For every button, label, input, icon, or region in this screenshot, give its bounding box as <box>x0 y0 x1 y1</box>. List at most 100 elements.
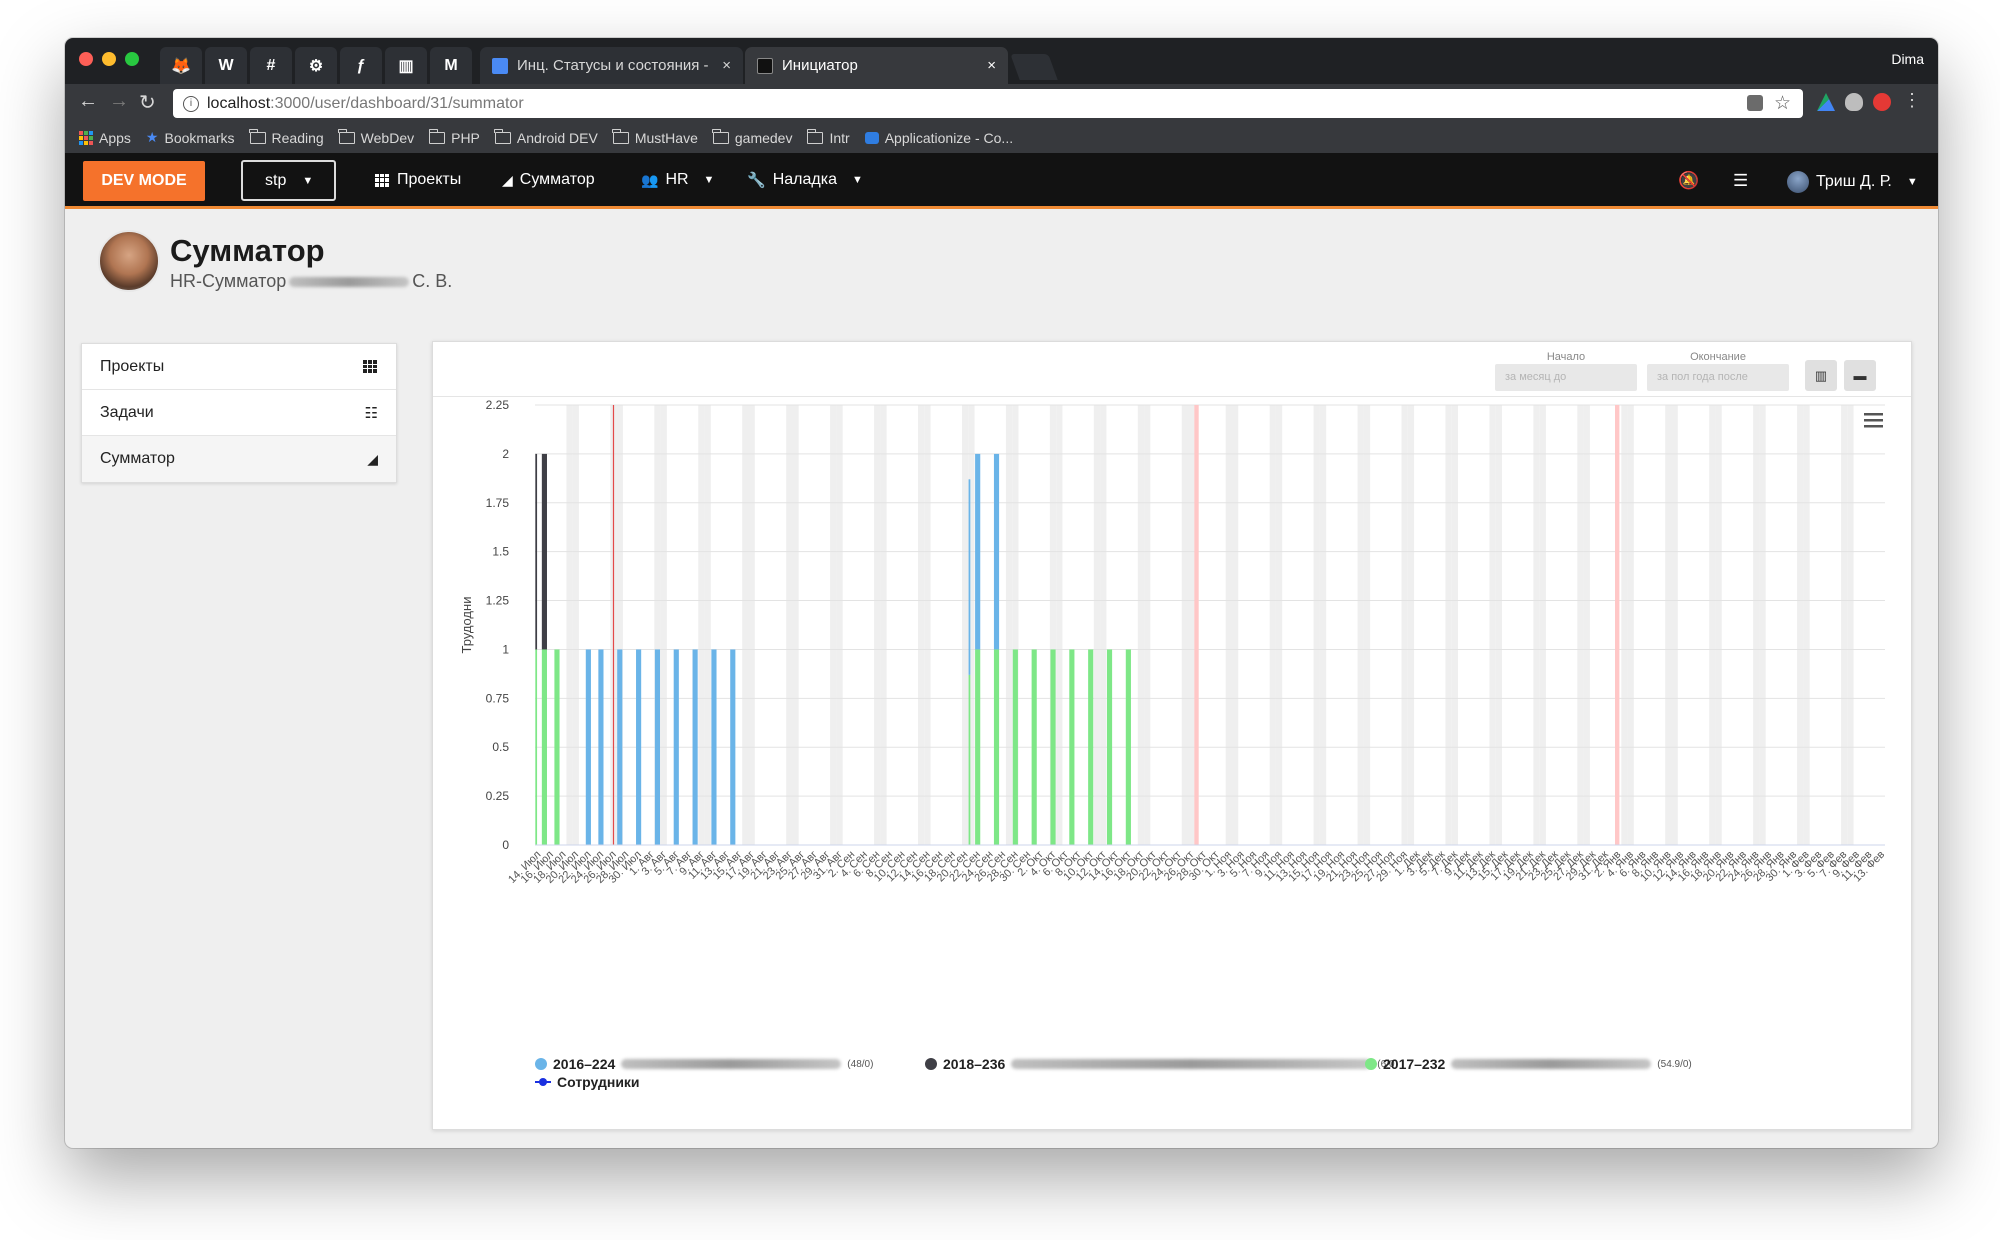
chevron-down-icon: ▼ <box>1906 176 1918 188</box>
pinned-tab[interactable]: M <box>430 47 472 84</box>
bookmark-item[interactable]: Android DEV <box>494 128 598 146</box>
legend-item[interactable]: 2016–224 (48/0) <box>535 1056 873 1072</box>
side-item-projects[interactable]: Проекты <box>82 344 396 390</box>
nav-setup[interactable]: 🔧 Наладка ▼ <box>747 171 863 189</box>
pinned-tab[interactable]: ▥ <box>385 47 427 84</box>
legend-marker <box>535 1058 547 1070</box>
bookmark-item[interactable]: Apps <box>79 130 131 146</box>
weekend-band <box>1665 405 1672 845</box>
bar <box>617 649 623 845</box>
weekend-band <box>1093 405 1101 845</box>
nav-setup-label: Наладка <box>772 171 837 188</box>
legend-item[interactable]: 2018–236 (6/0) <box>925 1056 1398 1072</box>
table-view-button[interactable]: ▬ <box>1844 360 1876 391</box>
chart-filters: Начало за месяц до Окончание за пол года… <box>433 342 1911 397</box>
tab-google-doc[interactable]: Инц. Статусы и состояния - Google × <box>480 47 743 84</box>
bookmark-item[interactable]: Applicationize - Co... <box>864 130 1013 146</box>
bar-chart-button[interactable]: ▥ <box>1805 360 1837 391</box>
bell-slash-icon[interactable]: 🔕 <box>1678 171 1699 191</box>
drive-extension-icon[interactable] <box>1817 93 1835 111</box>
new-tab-button[interactable] <box>1010 54 1058 80</box>
weekend-band <box>748 405 755 845</box>
pinned-tab[interactable]: W <box>205 47 247 84</box>
dev-mode-button[interactable]: DEV MODE <box>83 161 205 201</box>
weekend-band <box>1451 405 1459 845</box>
pinned-tab[interactable]: ƒ <box>340 47 382 84</box>
bar <box>1012 649 1018 845</box>
tab-initiator[interactable]: Инициатор × <box>745 47 1008 84</box>
forward-icon[interactable]: → <box>109 90 129 113</box>
bar <box>541 649 547 845</box>
translate-icon[interactable] <box>1747 95 1763 111</box>
grid-icon <box>375 173 390 187</box>
back-icon[interactable]: ← <box>78 90 98 113</box>
slack-icon: # <box>266 56 276 74</box>
bookmark-label: MustHave <box>634 129 698 146</box>
side-item-tasks[interactable]: Задачи ☷ <box>82 390 396 436</box>
browser-menu-icon[interactable]: ⋮ <box>1903 90 1921 111</box>
browser-toolbar: ← → ↻ i localhost:3000/user/dashboard/31… <box>65 84 1938 122</box>
weekend-band <box>1445 405 1452 845</box>
minimize-window-button[interactable] <box>102 52 116 66</box>
pinned-tab[interactable]: # <box>250 47 292 84</box>
end-date-input[interactable]: за пол года после <box>1647 364 1789 391</box>
y-tick-label: 0.25 <box>486 789 510 803</box>
folder-icon <box>428 128 446 144</box>
bookmark-item[interactable]: MustHave <box>612 128 698 146</box>
bookmark-item[interactable]: gamedev <box>712 128 792 146</box>
pinned-tab[interactable]: ⚙ <box>295 47 337 84</box>
y-tick-label: 0.5 <box>492 740 509 754</box>
close-tab-icon[interactable]: × <box>722 57 731 74</box>
pinned-tab[interactable]: 🦊 <box>160 47 202 84</box>
weekend-band <box>1269 405 1276 845</box>
users-icon: 👥 <box>641 171 659 188</box>
star-icon: ★ <box>145 129 159 145</box>
weekend-band <box>1627 405 1634 845</box>
info-icon[interactable]: i <box>183 95 199 112</box>
bookmark-item[interactable]: Reading <box>249 128 324 146</box>
reload-icon[interactable]: ↻ <box>139 90 156 115</box>
browser-profile-name[interactable]: Dima <box>1891 51 1924 67</box>
weekend-band <box>1275 405 1283 845</box>
weekend-band <box>1401 405 1408 845</box>
chart-panel: Начало за месяц до Окончание за пол года… <box>432 341 1912 1130</box>
side-item-summator[interactable]: Сумматор ◢ <box>82 436 396 482</box>
opera-extension-icon[interactable] <box>1873 93 1891 111</box>
bookmark-item[interactable]: WebDev <box>338 128 415 146</box>
initiator-icon <box>757 57 773 74</box>
cloud-extension-icon[interactable] <box>1845 93 1863 111</box>
legend-label: 2017–232 <box>1383 1056 1446 1072</box>
start-date-input[interactable]: за месяц до <box>1495 364 1637 391</box>
bookmark-label: Reading <box>271 129 324 146</box>
bookmark-item[interactable]: Intr <box>806 128 850 146</box>
browser-window: 🦊 W # ⚙ ƒ ▥ M Инц. Статусы и состояния - Googl… <box>65 38 1938 1148</box>
redacted-series-name <box>1011 1059 1372 1069</box>
maximize-window-button[interactable] <box>125 52 139 66</box>
folder-icon <box>249 128 266 144</box>
close-window-button[interactable] <box>79 52 93 66</box>
nav-projects[interactable]: Проекты <box>375 171 461 189</box>
legend-item[interactable]: Сотрудники <box>535 1074 640 1090</box>
nav-hr[interactable]: 👥 HR ▼ <box>641 171 714 189</box>
weekend-band <box>1357 405 1364 845</box>
bookmark-star-icon[interactable]: ☆ <box>1774 92 1791 115</box>
wordpress-icon: W <box>218 56 234 74</box>
weekend-band <box>961 405 969 845</box>
chart-menu-icon <box>1864 419 1883 422</box>
user-menu[interactable]: Триш Д. Р. ▼ <box>1787 171 1918 193</box>
bookmark-label: WebDev <box>360 129 415 146</box>
redacted-series-name <box>1451 1059 1652 1069</box>
nav-summator[interactable]: ◢ Сумматор <box>502 171 595 189</box>
bar <box>554 649 560 845</box>
weekend-band <box>1495 405 1502 845</box>
legend-item[interactable]: 2017–232 (54.9/0) <box>1365 1056 1692 1072</box>
project-select[interactable]: stp ▼ <box>241 160 336 201</box>
bookmark-item[interactable]: ★ Bookmarks <box>146 129 235 146</box>
bookmark-item[interactable]: PHP <box>428 128 480 146</box>
close-tab-icon[interactable]: × <box>987 57 996 74</box>
address-bar[interactable]: i localhost:3000/user/dashboard/31/summa… <box>173 89 1803 118</box>
tasks-list-icon[interactable]: ☰ <box>1733 171 1748 191</box>
legend-stats: (54.9/0) <box>1657 1058 1692 1070</box>
weekend-band <box>1539 405 1546 845</box>
bar <box>1125 649 1131 845</box>
